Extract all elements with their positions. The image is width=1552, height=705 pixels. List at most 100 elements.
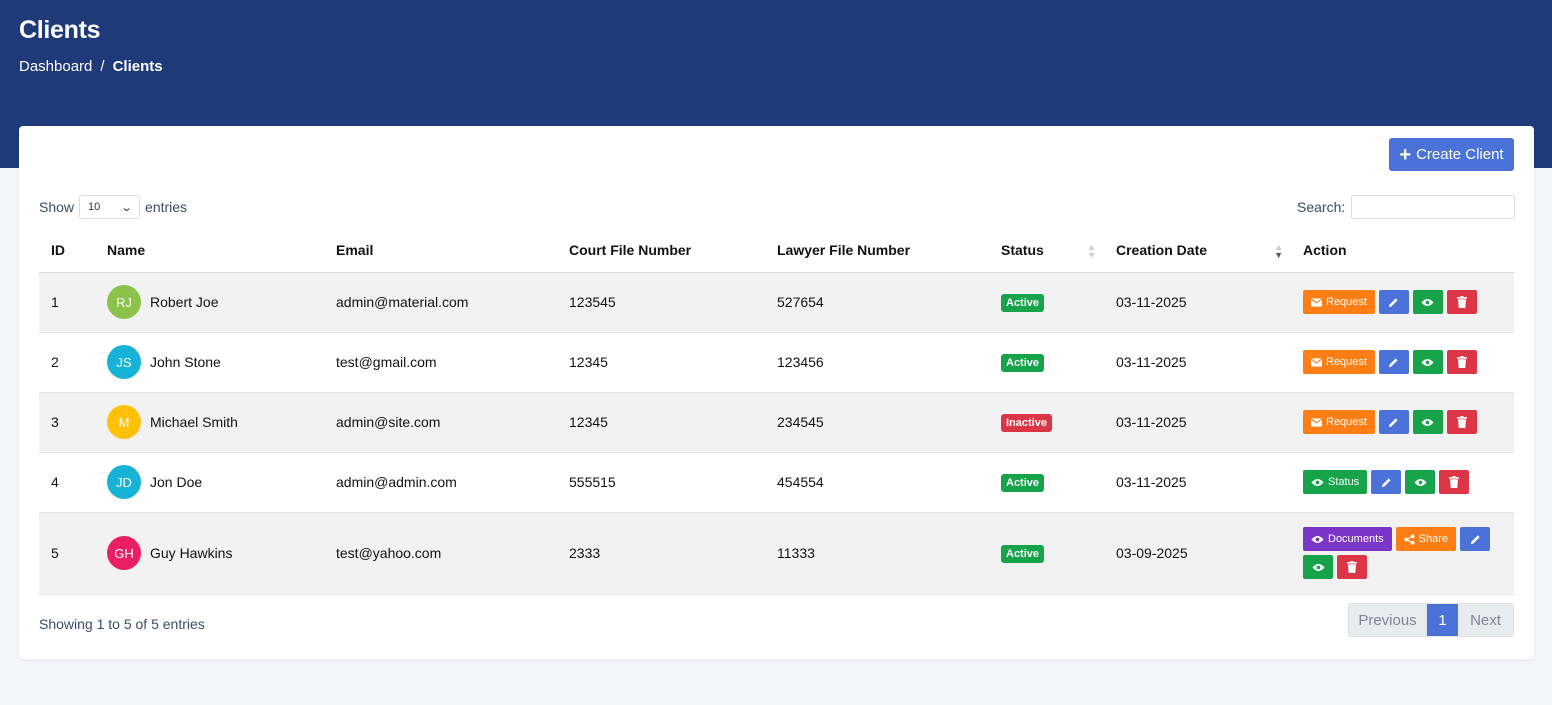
status-badge: Inactive bbox=[1001, 413, 1052, 432]
search-label: Search: bbox=[1297, 199, 1346, 215]
request-label: Request bbox=[1326, 296, 1367, 308]
pencil-icon bbox=[1388, 417, 1399, 428]
cell-id: 4 bbox=[39, 452, 95, 513]
clients-table: ID Name Email Court File Number Lawyer F… bbox=[39, 229, 1514, 595]
create-client-label: Create Client bbox=[1416, 146, 1504, 163]
table-row: 2 JS John Stone test@gmail.com 12345 123… bbox=[39, 332, 1514, 393]
cell-id: 1 bbox=[39, 272, 95, 333]
avatar: GH bbox=[107, 536, 141, 570]
cell-name: JS John Stone bbox=[95, 332, 324, 393]
envelope-icon bbox=[1311, 297, 1322, 307]
edit-button[interactable] bbox=[1371, 470, 1402, 494]
view-button[interactable] bbox=[1303, 555, 1333, 579]
cell-creation-date: 03-11-2025 bbox=[1104, 452, 1291, 513]
status-badge: Active bbox=[1001, 293, 1045, 312]
cell-lawyer-file-number: 123456 bbox=[765, 332, 989, 393]
edit-button[interactable] bbox=[1378, 410, 1409, 434]
delete-button[interactable] bbox=[1439, 470, 1470, 494]
delete-button[interactable] bbox=[1446, 350, 1477, 374]
delete-button[interactable] bbox=[1446, 410, 1477, 434]
column-header-creation-date[interactable]: Creation Date ▲ ▼ bbox=[1104, 229, 1291, 273]
delete-button[interactable] bbox=[1337, 555, 1367, 579]
cell-status: Active bbox=[989, 272, 1104, 333]
page-1-button[interactable]: 1 bbox=[1427, 604, 1458, 636]
eye-icon bbox=[1421, 298, 1435, 307]
breadcrumb-home[interactable]: Dashboard bbox=[19, 58, 92, 75]
search-input[interactable] bbox=[1351, 195, 1516, 219]
cell-actions: Request bbox=[1291, 272, 1514, 333]
cell-name: GH Guy Hawkins bbox=[95, 512, 324, 595]
column-header-status[interactable]: Status ▲ ▼ bbox=[989, 229, 1104, 273]
cell-id: 5 bbox=[39, 512, 95, 595]
column-header-id[interactable]: ID bbox=[39, 229, 95, 273]
view-button[interactable] bbox=[1405, 470, 1436, 494]
avatar: JS bbox=[107, 345, 141, 379]
previous-page-button[interactable]: Previous bbox=[1349, 604, 1427, 636]
edit-button[interactable] bbox=[1378, 290, 1409, 314]
share-label: Share bbox=[1418, 533, 1448, 545]
request-button[interactable]: Request bbox=[1303, 350, 1375, 374]
eye-icon bbox=[1421, 358, 1435, 367]
cell-lawyer-file-number: 11333 bbox=[765, 512, 989, 595]
request-label: Request bbox=[1326, 356, 1367, 368]
status-badge: Active bbox=[1001, 544, 1045, 563]
cell-creation-date: 03-11-2025 bbox=[1104, 272, 1291, 333]
delete-button[interactable] bbox=[1446, 290, 1477, 314]
client-name: Michael Smith bbox=[150, 414, 238, 430]
eye-icon bbox=[1421, 418, 1435, 427]
cell-creation-date: 03-11-2025 bbox=[1104, 392, 1291, 453]
cell-name: RJ Robert Joe bbox=[95, 272, 324, 333]
breadcrumb-separator: / bbox=[100, 58, 105, 75]
share-icon bbox=[1404, 533, 1415, 545]
cell-actions: Status bbox=[1291, 452, 1514, 513]
cell-court-file-number: 12345 bbox=[557, 392, 765, 453]
entries-select[interactable]: 10 ⌄ bbox=[79, 195, 141, 219]
edit-button[interactable] bbox=[1460, 527, 1490, 551]
documents-label: Documents bbox=[1328, 533, 1384, 545]
pencil-icon bbox=[1388, 297, 1399, 308]
documents-button[interactable]: Documents bbox=[1303, 527, 1392, 551]
create-client-button[interactable]: + Create Client bbox=[1389, 138, 1514, 171]
search-control: Search: bbox=[1297, 195, 1516, 219]
cell-email: test@yahoo.com bbox=[324, 512, 557, 595]
table-row: 3 M Michael Smith admin@site.com 12345 2… bbox=[39, 392, 1514, 453]
pencil-icon bbox=[1381, 477, 1392, 488]
request-button[interactable]: Request bbox=[1303, 290, 1375, 314]
entries-label: entries bbox=[145, 199, 188, 215]
column-header-name[interactable]: Name bbox=[95, 229, 324, 273]
column-header-court-file-number[interactable]: Court File Number bbox=[557, 229, 765, 273]
cell-lawyer-file-number: 454554 bbox=[765, 452, 989, 513]
cell-actions: Request bbox=[1291, 392, 1514, 453]
cell-creation-date: 03-11-2025 bbox=[1104, 332, 1291, 393]
sort-desc-icon: ▲ ▼ bbox=[1274, 242, 1283, 260]
next-page-button[interactable]: Next bbox=[1458, 604, 1513, 636]
cell-id: 2 bbox=[39, 332, 95, 393]
view-button[interactable] bbox=[1412, 350, 1443, 374]
pencil-icon bbox=[1388, 357, 1399, 368]
request-label: Request bbox=[1326, 416, 1367, 428]
cell-name: M Michael Smith bbox=[95, 392, 324, 453]
column-header-action: Action bbox=[1291, 229, 1514, 273]
client-name: Guy Hawkins bbox=[150, 545, 233, 561]
column-header-lawyer-file-number[interactable]: Lawyer File Number bbox=[765, 229, 989, 273]
status-label: Status bbox=[1328, 476, 1360, 488]
chevron-down-icon: ⌄ bbox=[119, 201, 133, 214]
request-button[interactable]: Request bbox=[1303, 410, 1375, 434]
view-button[interactable] bbox=[1412, 290, 1443, 314]
view-button[interactable] bbox=[1412, 410, 1443, 434]
trash-icon bbox=[1456, 296, 1467, 308]
envelope-icon bbox=[1311, 417, 1322, 427]
entries-length-control: Show 10 ⌄ entries bbox=[39, 195, 187, 219]
cell-status: Inactive bbox=[989, 392, 1104, 453]
share-button[interactable]: Share bbox=[1395, 527, 1456, 551]
cell-id: 3 bbox=[39, 392, 95, 453]
edit-button[interactable] bbox=[1378, 350, 1409, 374]
column-header-email[interactable]: Email bbox=[324, 229, 557, 273]
cell-name: JD Jon Doe bbox=[95, 452, 324, 513]
status-badge: Active bbox=[1001, 473, 1045, 492]
entries-select-value: 10 bbox=[88, 201, 101, 213]
cell-creation-date: 03-09-2025 bbox=[1104, 512, 1291, 595]
status-button[interactable]: Status bbox=[1303, 470, 1368, 494]
cell-email: admin@admin.com bbox=[324, 452, 557, 513]
cell-actions: Documents Share bbox=[1291, 512, 1514, 595]
